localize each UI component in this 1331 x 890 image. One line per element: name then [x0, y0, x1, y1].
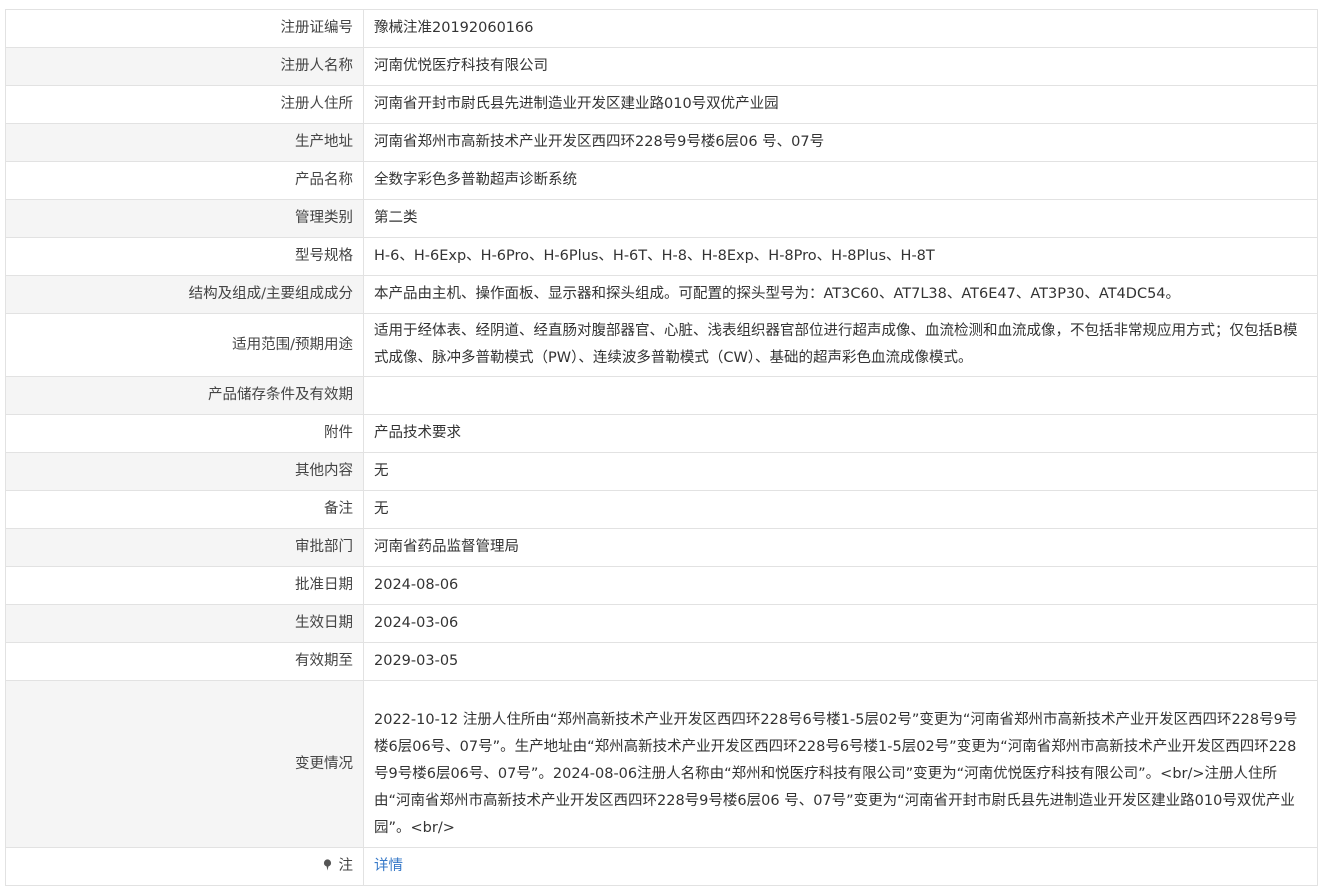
field-label: 注册人住所	[5, 85, 364, 124]
row-effective-date: 生效日期 2024-03-06	[5, 604, 1318, 643]
field-value: 河南省郑州市高新技术产业开发区西四环228号9号楼6层06 号、07号	[363, 123, 1318, 162]
field-label: 其他内容	[5, 452, 364, 491]
field-label: 生效日期	[5, 604, 364, 643]
row-model-spec: 型号规格 H-6、H-6Exp、H-6Pro、H-6Plus、H-6T、H-8、…	[5, 237, 1318, 276]
field-value: 2029-03-05	[363, 642, 1318, 681]
field-value	[363, 376, 1318, 415]
field-label: 有效期至	[5, 642, 364, 681]
field-label: 产品储存条件及有效期	[5, 376, 364, 415]
row-storage-validity: 产品储存条件及有效期	[5, 376, 1318, 415]
row-structure-composition: 结构及组成/主要组成成分 本产品由主机、操作面板、显示器和探头组成。可配置的探头…	[5, 275, 1318, 314]
field-value: 本产品由主机、操作面板、显示器和探头组成。可配置的探头型号为：AT3C60、AT…	[363, 275, 1318, 314]
row-other-content: 其他内容 无	[5, 452, 1318, 491]
field-label: 注册人名称	[5, 47, 364, 86]
field-value: 产品技术要求	[363, 414, 1318, 453]
field-value: 2022-10-12 注册人住所由“郑州高新技术产业开发区西四环228号6号楼1…	[363, 680, 1318, 848]
field-value: 2024-03-06	[363, 604, 1318, 643]
field-label: 生产地址	[5, 123, 364, 162]
pin-icon	[323, 859, 336, 874]
registration-detail-table: 注册证编号 豫械注准20192060166 注册人名称 河南优悦医疗科技有限公司…	[5, 9, 1318, 886]
field-label: 变更情况	[5, 680, 364, 848]
row-remarks: 备注 无	[5, 490, 1318, 529]
row-change-history: 变更情况 2022-10-12 注册人住所由“郑州高新技术产业开发区西四环228…	[5, 680, 1318, 848]
field-label: 附件	[5, 414, 364, 453]
field-value: 河南优悦医疗科技有限公司	[363, 47, 1318, 86]
row-product-name: 产品名称 全数字彩色多普勒超声诊断系统	[5, 161, 1318, 200]
field-label: 审批部门	[5, 528, 364, 567]
note-value-cell: 详情	[363, 847, 1318, 886]
field-value: 河南省开封市尉氏县先进制造业开发区建业路010号双优产业园	[363, 85, 1318, 124]
row-registration-number: 注册证编号 豫械注准20192060166	[5, 9, 1318, 48]
field-label: 备注	[5, 490, 364, 529]
row-approval-department: 审批部门 河南省药品监督管理局	[5, 528, 1318, 567]
field-label: 注册证编号	[5, 9, 364, 48]
field-label: 型号规格	[5, 237, 364, 276]
row-attachment: 附件 产品技术要求	[5, 414, 1318, 453]
field-value: 无	[363, 490, 1318, 529]
row-valid-until: 有效期至 2029-03-05	[5, 642, 1318, 681]
field-value: 第二类	[363, 199, 1318, 238]
row-intended-use: 适用范围/预期用途 适用于经体表、经阴道、经直肠对腹部器官、心脏、浅表组织器官部…	[5, 313, 1318, 377]
note-label-cell: 注	[5, 847, 364, 886]
field-value: 全数字彩色多普勒超声诊断系统	[363, 161, 1318, 200]
detail-panel: 注册证编号 豫械注准20192060166 注册人名称 河南优悦医疗科技有限公司…	[5, 9, 1318, 886]
field-value: H-6、H-6Exp、H-6Pro、H-6Plus、H-6T、H-8、H-8Ex…	[363, 237, 1318, 276]
field-value: 2024-08-06	[363, 566, 1318, 605]
row-registrant-name: 注册人名称 河南优悦医疗科技有限公司	[5, 47, 1318, 86]
note-label: 注	[338, 858, 354, 874]
field-value: 豫械注准20192060166	[363, 9, 1318, 48]
field-value: 无	[363, 452, 1318, 491]
row-management-category: 管理类别 第二类	[5, 199, 1318, 238]
row-note: 注 详情	[5, 847, 1318, 886]
field-label: 产品名称	[5, 161, 364, 200]
field-label: 适用范围/预期用途	[5, 313, 364, 377]
row-approval-date: 批准日期 2024-08-06	[5, 566, 1318, 605]
row-production-address: 生产地址 河南省郑州市高新技术产业开发区西四环228号9号楼6层06 号、07号	[5, 123, 1318, 162]
details-link[interactable]: 详情	[374, 858, 403, 874]
field-label: 批准日期	[5, 566, 364, 605]
field-label: 管理类别	[5, 199, 364, 238]
field-value: 河南省药品监督管理局	[363, 528, 1318, 567]
field-value: 适用于经体表、经阴道、经直肠对腹部器官、心脏、浅表组织器官部位进行超声成像、血流…	[363, 313, 1318, 377]
row-registrant-address: 注册人住所 河南省开封市尉氏县先进制造业开发区建业路010号双优产业园	[5, 85, 1318, 124]
field-label: 结构及组成/主要组成成分	[5, 275, 364, 314]
